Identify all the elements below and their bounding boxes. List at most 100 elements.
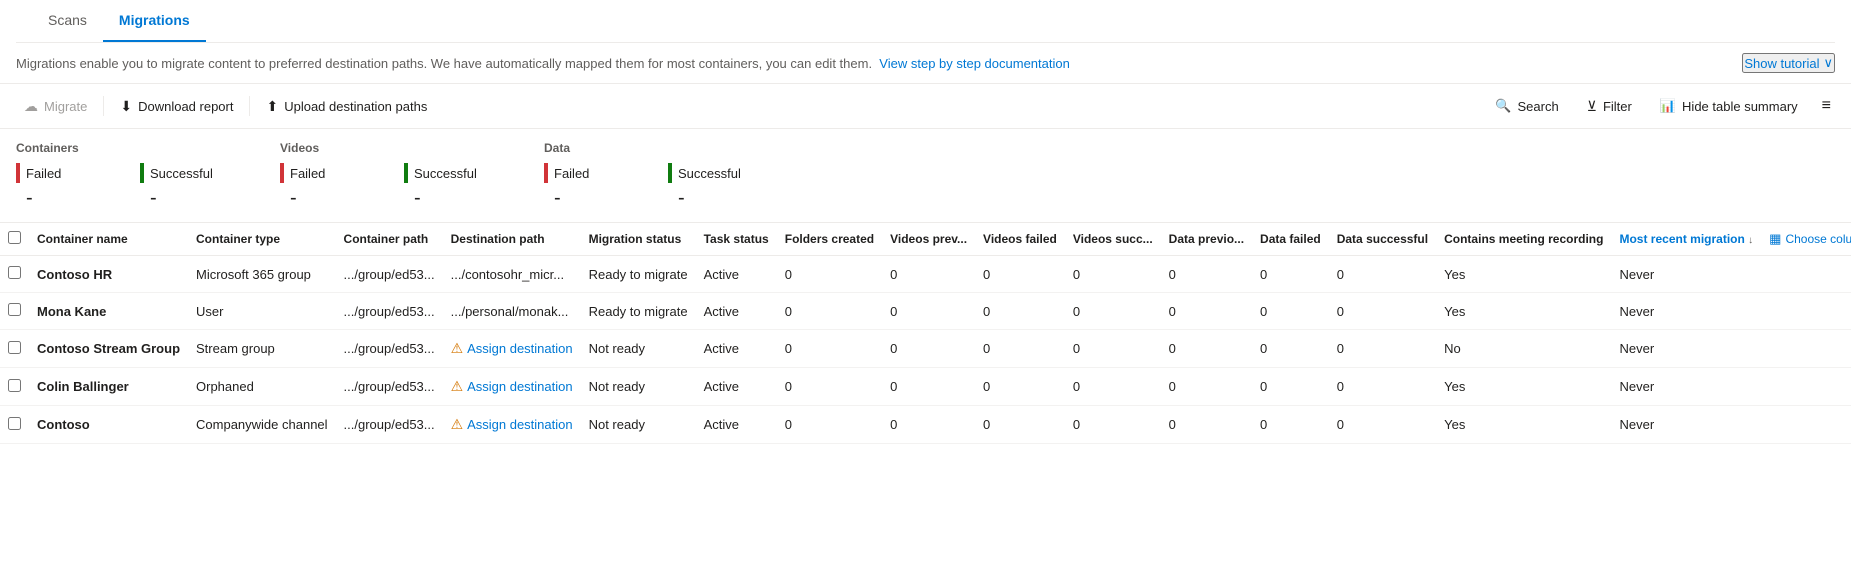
- summary-item-label-text: Successful: [150, 166, 213, 181]
- col-name[interactable]: Container name: [29, 223, 188, 256]
- download-button[interactable]: ⬇ Download report: [112, 93, 241, 120]
- table-wrapper: Container name Container type Container …: [0, 223, 1851, 444]
- data-succ: 0: [1337, 379, 1344, 394]
- check-all-header[interactable]: [0, 223, 29, 256]
- col-dest[interactable]: Destination path: [443, 223, 581, 256]
- filter-button[interactable]: ⊻ Filter: [1579, 93, 1640, 120]
- col-path[interactable]: Container path: [336, 223, 443, 256]
- container-path-cell: .../group/ed53...: [336, 406, 443, 444]
- data-prev-cell: 0: [1161, 256, 1252, 293]
- videos-failed-cell: 0: [975, 293, 1065, 330]
- container-path: .../group/ed53...: [344, 379, 435, 394]
- tab-migrations[interactable]: Migrations: [103, 0, 206, 42]
- meeting-recording-cell: Yes: [1436, 293, 1611, 330]
- tab-bar: Scans Migrations: [16, 0, 1835, 43]
- col-recent[interactable]: Most recent migration ↓: [1611, 223, 1761, 256]
- show-tutorial-button[interactable]: Show tutorial ∨: [1742, 53, 1835, 73]
- upload-button[interactable]: ⬆ Upload destination paths: [258, 93, 435, 120]
- container-name-cell: Contoso: [29, 406, 188, 444]
- destination-text[interactable]: Assign destination: [467, 379, 573, 394]
- videos-failed-cell: 0: [975, 406, 1065, 444]
- col-task[interactable]: Task status: [696, 223, 777, 256]
- videos-failed-cell: 0: [975, 368, 1065, 406]
- upload-label: Upload destination paths: [284, 99, 427, 114]
- migration-status-cell: Ready to migrate: [581, 256, 696, 293]
- col-datafail[interactable]: Data failed: [1252, 223, 1329, 256]
- videos-failed-cell: 0: [975, 330, 1065, 368]
- row-checkbox[interactable]: [8, 266, 21, 279]
- row-checkbox[interactable]: [8, 379, 21, 392]
- destination-text[interactable]: Assign destination: [467, 417, 573, 432]
- col-folders[interactable]: Folders created: [777, 223, 882, 256]
- recent-migration: Never: [1619, 341, 1654, 356]
- choose-columns-header: ▦ Choose columns: [1761, 223, 1851, 256]
- toolbar-left: ☁ Migrate ⬇ Download report ⬆ Upload des…: [16, 93, 435, 120]
- migrate-button[interactable]: ☁ Migrate: [16, 93, 95, 120]
- col-videoprev[interactable]: Videos prev...: [882, 223, 975, 256]
- hide-table-label: Hide table summary: [1682, 99, 1798, 114]
- col-videofail[interactable]: Videos failed: [975, 223, 1065, 256]
- meeting-recording: No: [1444, 341, 1461, 356]
- row-checkbox[interactable]: [8, 303, 21, 316]
- more-options-button[interactable]: ≡: [1818, 92, 1835, 120]
- container-type: Microsoft 365 group: [196, 267, 311, 282]
- container-type-cell: User: [188, 293, 336, 330]
- summary-bar-red: [280, 163, 284, 183]
- folders-created-cell: 0: [777, 330, 882, 368]
- row-checkbox[interactable]: [8, 341, 21, 354]
- summary-bar-green: [404, 163, 408, 183]
- col-status[interactable]: Migration status: [581, 223, 696, 256]
- container-path: .../group/ed53...: [344, 267, 435, 282]
- videos-failed: 0: [983, 417, 990, 432]
- col-datasucc[interactable]: Data successful: [1329, 223, 1436, 256]
- data-failed-cell: 0: [1252, 368, 1329, 406]
- recent-migration-cell: Never: [1611, 368, 1761, 406]
- hide-table-button[interactable]: 📊 Hide table summary: [1652, 93, 1806, 119]
- folders-created: 0: [785, 267, 792, 282]
- summary-item: Failed-: [544, 163, 644, 210]
- summary-item-value: -: [668, 187, 768, 210]
- tabs-container: Scans Migrations: [0, 0, 1851, 43]
- container-type: Stream group: [196, 341, 275, 356]
- download-label: Download report: [138, 99, 233, 114]
- videos-failed: 0: [983, 267, 990, 282]
- search-button[interactable]: 🔍 Search: [1487, 93, 1566, 119]
- data-failed: 0: [1260, 267, 1267, 282]
- row-checkbox-cell: [0, 256, 29, 293]
- recent-migration-cell: Never: [1611, 293, 1761, 330]
- migration-status-cell: Not ready: [581, 330, 696, 368]
- col-videosucc[interactable]: Videos succ...: [1065, 223, 1161, 256]
- col-type[interactable]: Container type: [188, 223, 336, 256]
- toolbar-divider-2: [249, 96, 250, 116]
- select-all-checkbox[interactable]: [8, 231, 21, 244]
- table-row[interactable]: Contoso HRMicrosoft 365 group.../group/e…: [0, 256, 1851, 293]
- summary-group-title: Videos: [280, 141, 504, 155]
- table-row[interactable]: Contoso Stream GroupStream group.../grou…: [0, 330, 1851, 368]
- choose-columns-button[interactable]: ▦ Choose columns: [1769, 231, 1851, 247]
- toolbar: ☁ Migrate ⬇ Download report ⬆ Upload des…: [0, 84, 1851, 129]
- search-icon: 🔍: [1495, 98, 1511, 114]
- meeting-recording: Yes: [1444, 304, 1465, 319]
- videos-prev: 0: [890, 341, 897, 356]
- container-type-cell: Microsoft 365 group: [188, 256, 336, 293]
- data-prev-cell: 0: [1161, 368, 1252, 406]
- data-failed: 0: [1260, 417, 1267, 432]
- col-meeting[interactable]: Contains meeting recording: [1436, 223, 1611, 256]
- table-row[interactable]: Colin BallingerOrphaned.../group/ed53...…: [0, 368, 1851, 406]
- col-dataprev[interactable]: Data previo...: [1161, 223, 1252, 256]
- destination-text[interactable]: Assign destination: [467, 341, 573, 356]
- docs-link[interactable]: View step by step documentation: [879, 56, 1070, 71]
- row-checkbox[interactable]: [8, 417, 21, 430]
- tab-scans[interactable]: Scans: [32, 0, 103, 42]
- container-type: Orphaned: [196, 379, 254, 394]
- videos-failed: 0: [983, 304, 990, 319]
- container-type: Companywide channel: [196, 417, 328, 432]
- migrations-table: Container name Container type Container …: [0, 223, 1851, 444]
- folders-created: 0: [785, 304, 792, 319]
- meeting-recording: Yes: [1444, 267, 1465, 282]
- summary-item-value: -: [16, 187, 116, 210]
- meeting-recording-cell: No: [1436, 330, 1611, 368]
- table-row[interactable]: Mona KaneUser.../group/ed53....../person…: [0, 293, 1851, 330]
- table-row[interactable]: Contoso Companywide channel .../group/ed53…: [0, 406, 1851, 444]
- summary-group-title: Containers: [16, 141, 240, 155]
